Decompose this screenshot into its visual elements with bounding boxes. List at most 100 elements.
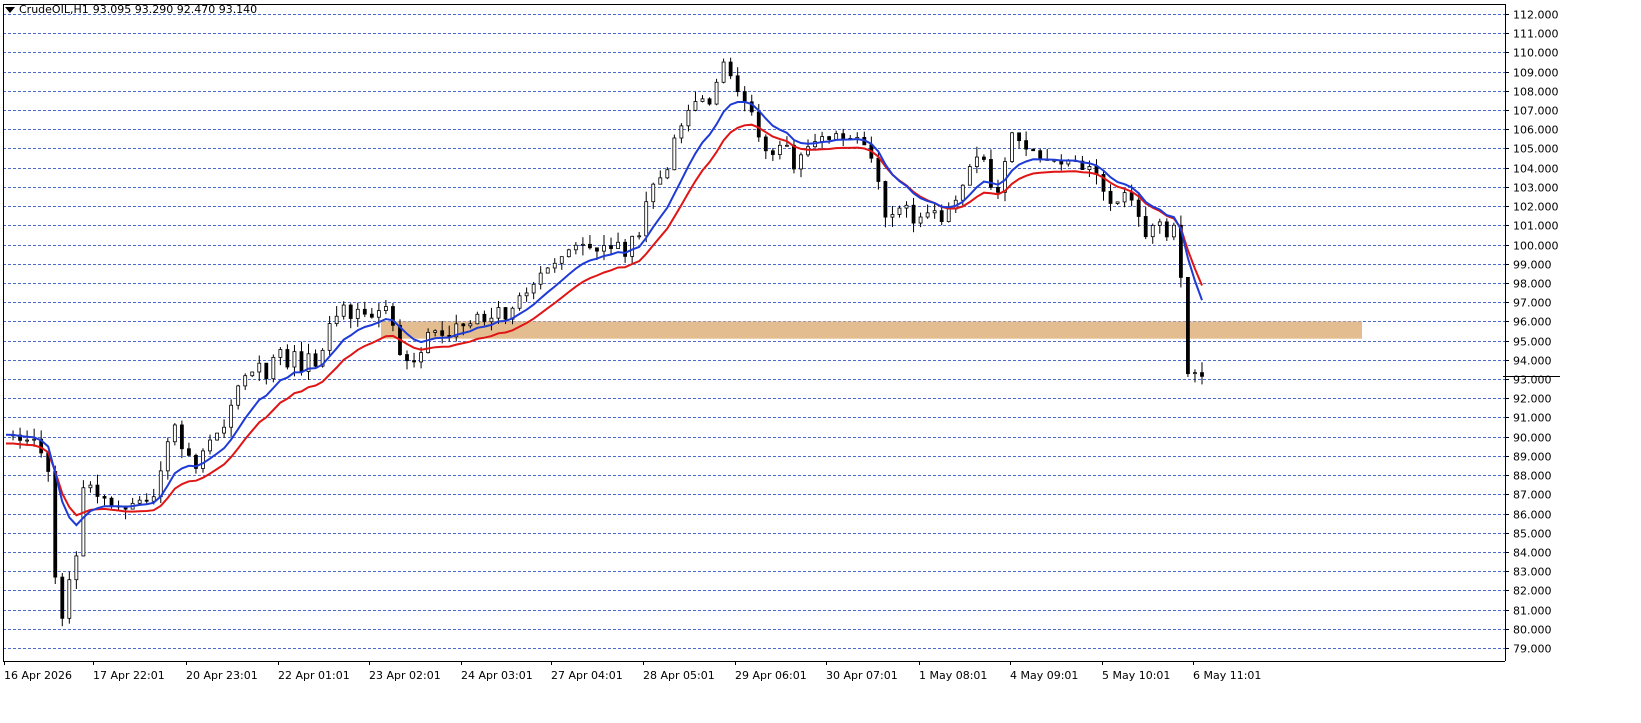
x-tick-label: 28 Apr 05:01 xyxy=(643,669,715,682)
candle-body xyxy=(334,315,339,324)
candle-body xyxy=(1143,216,1148,238)
candle-body xyxy=(250,371,255,377)
candle-body xyxy=(440,330,445,336)
y-tick-label: 100.000 xyxy=(1513,240,1559,253)
candle-body xyxy=(686,109,691,127)
candle-body xyxy=(433,330,438,333)
candle-body xyxy=(137,499,142,504)
candle-body xyxy=(74,555,79,581)
candle-body xyxy=(876,157,881,182)
candle-body xyxy=(925,212,930,218)
x-tick-label: 5 May 10:01 xyxy=(1102,669,1170,682)
candle-body xyxy=(756,111,761,138)
candle-body xyxy=(644,201,649,237)
y-tick-label: 89.000 xyxy=(1513,451,1552,464)
x-tick-label: 20 Apr 23:01 xyxy=(186,669,258,682)
x-tick-label: 6 May 11:01 xyxy=(1193,669,1261,682)
candle-body xyxy=(1164,221,1169,238)
candle-body xyxy=(960,184,965,201)
candle-body xyxy=(179,424,184,450)
y-tick-label: 79.000 xyxy=(1513,643,1552,656)
candle-body xyxy=(609,245,613,249)
candle-body xyxy=(95,484,100,497)
candle-body xyxy=(299,351,304,372)
candle-body xyxy=(1136,199,1141,217)
x-tick-label: 27 Apr 04:01 xyxy=(551,669,623,682)
y-tick-label: 95.000 xyxy=(1513,336,1552,349)
candle-body xyxy=(918,216,923,224)
candle-body xyxy=(475,313,480,325)
candle-body xyxy=(763,136,768,152)
candle-body xyxy=(531,283,536,294)
candle-body xyxy=(883,181,888,218)
candle-body xyxy=(932,210,937,214)
candle-body xyxy=(770,150,775,155)
x-tick-label: 24 Apr 03:01 xyxy=(461,669,533,682)
candle-body xyxy=(841,133,846,139)
candle-body xyxy=(904,204,909,209)
candle-body xyxy=(285,349,290,368)
candle-body xyxy=(588,243,592,249)
candle-body xyxy=(982,156,986,160)
y-tick-label: 92.000 xyxy=(1513,393,1552,406)
candle-body xyxy=(785,144,789,147)
price-chart: 112.000 111.000 110.000 109.000 108.000 107.0… xyxy=(0,0,1641,719)
candle-body xyxy=(67,579,72,619)
candle-body xyxy=(222,426,226,434)
candle-body xyxy=(630,235,635,257)
candle-body xyxy=(700,98,705,102)
chart-menu-icon[interactable] xyxy=(5,6,15,13)
x-tick-label: 22 Apr 01:01 xyxy=(278,669,350,682)
price-axis-labels: 112.000 111.000 110.000 109.000 108.000 107.0… xyxy=(1505,9,1559,656)
time-axis-labels: 16 Apr 2026 17 Apr 22:01 20 Apr 23:01 22 Ap… xyxy=(4,661,1261,682)
y-tick-label: 107.000 xyxy=(1513,105,1559,118)
candle-body xyxy=(616,241,620,249)
moving-averages-layer xyxy=(5,101,1203,527)
candle-body xyxy=(60,576,65,619)
y-tick-label: 101.000 xyxy=(1513,220,1559,233)
candle-body xyxy=(735,75,740,92)
y-tick-label: 83.000 xyxy=(1513,566,1552,579)
candle-body xyxy=(552,262,557,269)
candle-body xyxy=(651,183,656,203)
x-tick-label: 4 May 09:01 xyxy=(1010,669,1078,682)
candle-body xyxy=(559,256,564,264)
candle-body xyxy=(799,154,803,170)
candle-body xyxy=(707,98,712,105)
y-tick-label: 80.000 xyxy=(1513,624,1552,637)
x-tick-label: 1 May 08:01 xyxy=(919,669,987,682)
y-tick-label: 98.000 xyxy=(1513,278,1552,291)
candle-body xyxy=(1129,192,1134,201)
candle-body xyxy=(897,207,902,215)
candle-body xyxy=(25,439,30,442)
candle-body xyxy=(1193,372,1197,375)
candle-body xyxy=(1200,372,1204,377)
candle-body xyxy=(777,144,782,155)
candle-body xyxy=(672,137,677,171)
candle-body xyxy=(742,91,747,103)
candle-body xyxy=(658,177,663,185)
support-zone xyxy=(381,321,1362,339)
candle-body xyxy=(271,356,276,380)
candle-body xyxy=(1115,201,1120,204)
candle-body xyxy=(215,432,219,441)
candle-body xyxy=(1186,277,1190,375)
candle-body xyxy=(721,61,726,83)
y-tick-label: 88.000 xyxy=(1513,470,1552,483)
candle-body xyxy=(538,272,543,285)
candle-body xyxy=(1171,224,1176,238)
candle-body xyxy=(405,354,409,362)
candle-body xyxy=(939,210,944,223)
ohlc-values: 93.095 93.290 92.470 93.140 xyxy=(92,3,258,16)
candle-body xyxy=(419,352,423,363)
candle-body xyxy=(341,304,346,317)
candle-body xyxy=(362,308,367,315)
candle-body xyxy=(827,136,832,140)
support-zone-layer xyxy=(381,321,1362,339)
y-tick-label: 96.000 xyxy=(1513,316,1552,329)
candle-body xyxy=(1031,148,1036,152)
candle-body xyxy=(32,438,37,441)
chart-header: CrudeOIL,H1 93.095 93.290 92.470 93.140 xyxy=(5,3,257,16)
candle-body xyxy=(573,244,578,251)
y-tick-label: 91.000 xyxy=(1513,412,1552,425)
